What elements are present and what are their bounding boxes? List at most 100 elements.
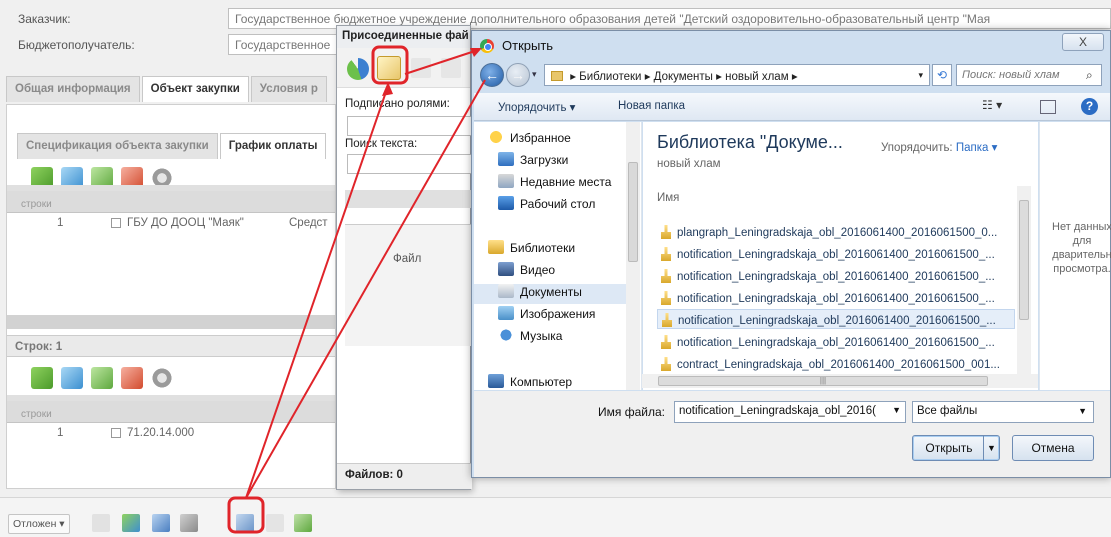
library-title: Библиотека "Докуме...: [657, 132, 843, 152]
nav-scroll-thumb[interactable]: [628, 162, 638, 262]
grid1-header-row-col: строки: [21, 199, 52, 210]
nav-downloads-label: Загрузки: [520, 153, 569, 167]
refresh-button[interactable]: ⟲: [932, 64, 952, 86]
history-dropdown-icon[interactable]: ▾: [532, 69, 537, 80]
save-icon[interactable]: [411, 58, 431, 78]
file-list-scrollbar[interactable]: [1017, 186, 1031, 376]
help-icon[interactable]: ?: [1081, 98, 1098, 115]
main-panel: Спецификация объекта закупки График опла…: [6, 104, 336, 489]
attached-scrollbar[interactable]: [345, 190, 472, 208]
search-text-input[interactable]: [347, 154, 472, 174]
row-checkbox[interactable]: [111, 428, 121, 438]
edit-icon[interactable]: [31, 367, 53, 389]
list-item-selected[interactable]: notification_Leningradskaja_obl_20160614…: [657, 309, 1015, 329]
search-input[interactable]: [956, 64, 1102, 86]
forward-button[interactable]: →: [506, 63, 530, 87]
chevron-down-icon[interactable]: ▼: [892, 405, 901, 415]
link-icon[interactable]: [266, 514, 284, 532]
refresh-icon[interactable]: [347, 58, 369, 80]
view-options-icon[interactable]: ☷ ▾: [982, 98, 1002, 116]
table-row[interactable]: 1 71.20.14.000: [7, 423, 335, 445]
nav-scrollbar[interactable]: [626, 122, 640, 390]
tab-specification[interactable]: Спецификация объекта закупки: [17, 133, 218, 159]
organize-button[interactable]: Упорядочить ▾: [498, 100, 575, 114]
libraries-icon: [488, 240, 504, 254]
list-item[interactable]: notification_Leningradskaja_obl_20160614…: [657, 266, 1015, 286]
row-organization: ГБУ ДО ДООЦ "Маяк": [127, 217, 244, 229]
search-text-label: Поиск текста:: [345, 138, 418, 150]
signed-by-field[interactable]: [347, 116, 472, 136]
file-list-scroll-thumb[interactable]: [1019, 200, 1029, 320]
nav-libraries[interactable]: Библиотеки: [488, 240, 575, 260]
attached-files-toolbar: [337, 48, 470, 88]
tab-conditions[interactable]: Условия р: [250, 76, 327, 102]
add-icon[interactable]: [61, 367, 83, 389]
address-bar[interactable]: ▸ Библиотеки ▸ Документы ▸ новый хлам ▸ …: [544, 64, 930, 86]
chevron-down-icon[interactable]: ▼: [1078, 406, 1087, 416]
filetype-select[interactable]: Все файлы ▼: [912, 401, 1094, 423]
nav-desktop[interactable]: Рабочий стол: [498, 196, 595, 216]
nav-music[interactable]: Музыка: [498, 328, 562, 348]
table-row[interactable]: 1 ГБУ ДО ДООЦ "Маяк" Средст: [7, 213, 335, 235]
deferred-dropdown[interactable]: Отложен ▾: [8, 514, 70, 534]
list-item[interactable]: notification_Leningradskaja_obl_20160614…: [657, 244, 1015, 264]
tab-payment-schedule[interactable]: График оплаты: [219, 133, 327, 159]
export-icon[interactable]: [152, 514, 170, 532]
preview-pane: Нет данных для дварительн просмотра.: [1039, 122, 1111, 390]
tab-general-info[interactable]: Общая информация: [6, 76, 140, 102]
open-button[interactable]: Открыть ▼: [912, 435, 1000, 461]
column-header-name[interactable]: Имя: [657, 192, 679, 204]
document-icon[interactable]: [92, 514, 110, 532]
open-split-chevron-icon[interactable]: ▼: [983, 436, 999, 460]
address-dropdown-icon[interactable]: ▾: [918, 70, 923, 81]
file-list-pane: Библиотека "Докуме... новый хлам Упорядо…: [643, 122, 1038, 390]
preview-pane-icon[interactable]: [1040, 100, 1056, 114]
nav-documents[interactable]: Документы: [474, 284, 626, 304]
refresh-icon[interactable]: [122, 514, 140, 532]
row-checkbox[interactable]: [111, 218, 121, 228]
nav-computer[interactable]: Компьютер: [488, 374, 572, 390]
nav-recent[interactable]: Недавние места: [498, 174, 611, 194]
tab-procurement-object[interactable]: Объект закупки: [141, 76, 249, 102]
nav-favorites-label: Избранное: [510, 131, 571, 145]
breadcrumb-documents[interactable]: Документы: [654, 71, 713, 83]
chrome-icon: [480, 39, 494, 53]
sub-tabs: Спецификация объекта закупки График опла…: [17, 133, 328, 161]
nav-images[interactable]: Изображения: [498, 306, 595, 326]
arrange-by[interactable]: Упорядочить: Папка ▾: [881, 140, 997, 154]
search-icon[interactable]: ⌕: [1086, 68, 1093, 83]
list-item[interactable]: notification_Leningradskaja_obl_20160614…: [657, 288, 1015, 308]
list-item[interactable]: contract_Leningradskaja_obl_2016061400_2…: [657, 354, 1015, 374]
dialog-footer: Имя файла: notification_Leningradskaja_o…: [474, 391, 1110, 477]
open-file-icon[interactable]: [377, 56, 401, 80]
delete-icon[interactable]: [121, 367, 143, 389]
file-icon: [661, 357, 671, 371]
gear-icon[interactable]: [151, 367, 173, 389]
deferred-label: Отложен: [13, 518, 57, 530]
list-item[interactable]: notification_Leningradskaja_obl_20160614…: [657, 332, 1015, 352]
nav-downloads[interactable]: Загрузки: [498, 152, 568, 172]
copy-add-icon[interactable]: [91, 367, 113, 389]
nav-video[interactable]: Видео: [498, 262, 555, 282]
nav-favorites[interactable]: Избранное: [488, 130, 571, 150]
filename-input[interactable]: notification_Leningradskaja_obl_2016(▼: [674, 401, 906, 423]
navigation-pane: Избранное Загрузки Недавние места Рабочи…: [474, 122, 642, 390]
breadcrumb-current[interactable]: новый хлам: [725, 71, 789, 83]
nav-computer-label: Компьютер: [510, 375, 573, 389]
grid2-toolbar: [31, 367, 173, 389]
print-icon[interactable]: [180, 514, 198, 532]
list-item[interactable]: plangraph_Leningradskaja_obl_2016061400_…: [657, 222, 1015, 242]
send-icon[interactable]: [294, 514, 312, 532]
new-folder-button[interactable]: Новая папка: [618, 100, 685, 112]
delete-icon[interactable]: [441, 58, 461, 78]
horizontal-scrollbar[interactable]: |||: [642, 374, 1038, 388]
file-name: plangraph_Leningradskaja_obl_2016061400_…: [677, 227, 998, 239]
back-button[interactable]: ←: [480, 63, 504, 87]
cancel-button[interactable]: Отмена: [1012, 435, 1094, 461]
horizontal-scroll-thumb[interactable]: |||: [658, 376, 988, 386]
attach-icon[interactable]: [236, 514, 254, 532]
breadcrumb-libraries[interactable]: Библиотеки: [579, 71, 641, 83]
grid1-scrollbar[interactable]: [7, 315, 335, 329]
nav-libraries-label: Библиотеки: [510, 241, 576, 255]
close-button[interactable]: X: [1062, 33, 1104, 51]
